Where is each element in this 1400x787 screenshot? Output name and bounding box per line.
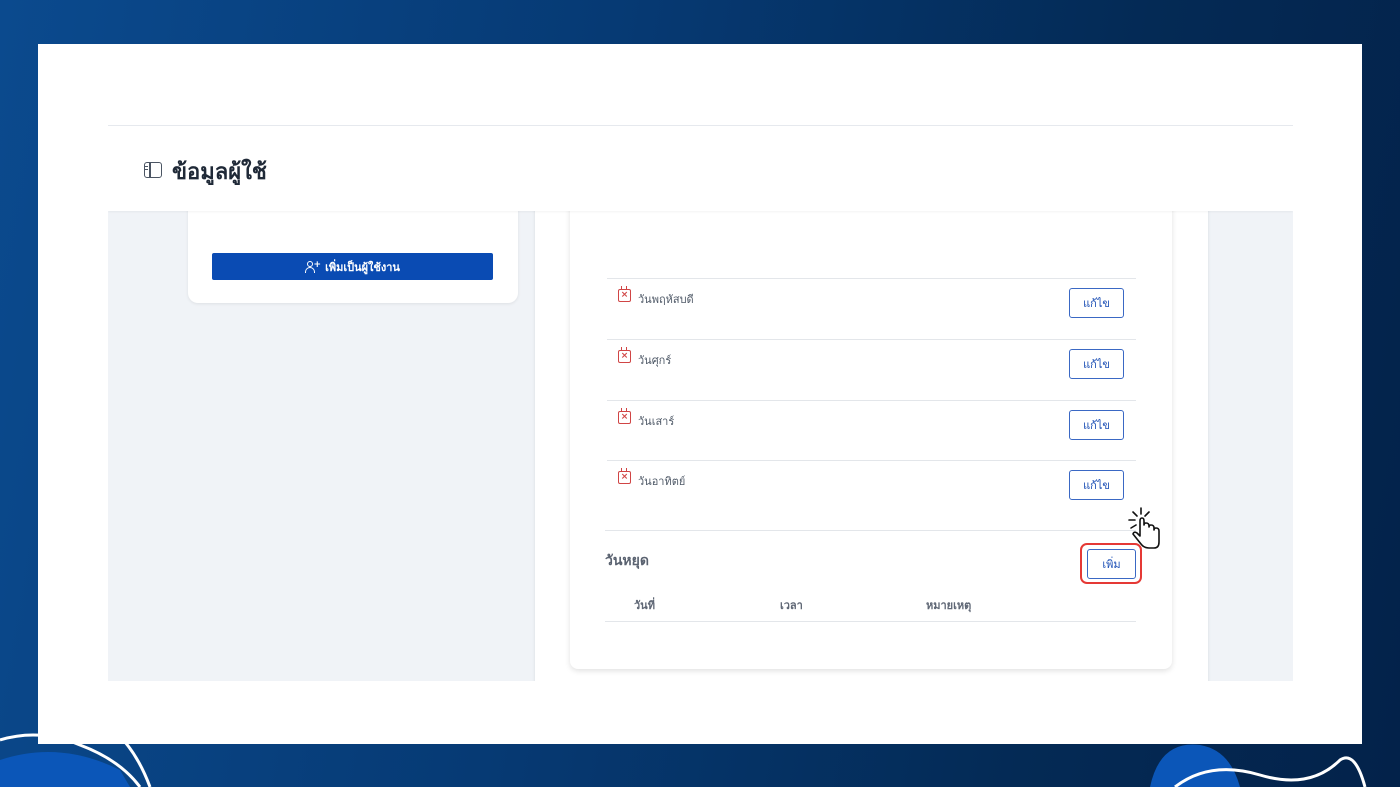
column-header-note: หมายเหตุ xyxy=(926,599,972,612)
column-header-date: วันที่ xyxy=(634,599,655,612)
add-as-user-button[interactable]: + เพิ่มเป็นผู้ใช้งาน xyxy=(212,253,493,280)
divider xyxy=(605,621,1136,622)
page-title: ข้อมูลผู้ใช้ xyxy=(172,160,267,185)
calendar-x-icon: × xyxy=(618,408,631,424)
divider xyxy=(605,530,1136,531)
edit-button[interactable]: แก้ไข xyxy=(1069,410,1124,440)
page-header: ข้อมูลผู้ใช้ xyxy=(108,125,1293,211)
day-label: วันเสาร์ xyxy=(638,415,675,428)
add-holiday-button[interactable]: เพิ่ม xyxy=(1087,549,1136,579)
calendar-x-icon: × xyxy=(618,468,631,484)
day-label: วันศุกร์ xyxy=(638,354,672,367)
list-item: × วันพฤหัสบดี แก้ไข xyxy=(607,278,1136,339)
edit-button[interactable]: แก้ไข xyxy=(1069,349,1124,379)
sidebar-panel-icon[interactable] xyxy=(144,162,162,178)
list-item: × วันเสาร์ แก้ไข xyxy=(607,400,1136,461)
working-days-card: × วันพฤหัสบดี แก้ไข × วันศุกร์ แก้ไข × ว… xyxy=(570,125,1172,669)
calendar-x-icon: × xyxy=(618,286,631,302)
add-as-user-label: เพิ่มเป็นผู้ใช้งาน xyxy=(325,260,400,274)
edit-button[interactable]: แก้ไข xyxy=(1069,470,1124,500)
app-window: + เพิ่มเป็นผู้ใช้งาน × วันพฤหัสบดี แก้ไข… xyxy=(108,125,1293,681)
list-item: × วันอาทิตย์ แก้ไข xyxy=(607,460,1136,521)
slide-frame: + เพิ่มเป็นผู้ใช้งาน × วันพฤหัสบดี แก้ไข… xyxy=(38,44,1362,744)
list-item: × วันศุกร์ แก้ไข xyxy=(607,339,1136,400)
edit-button[interactable]: แก้ไข xyxy=(1069,288,1124,318)
holidays-title: วันหยุด xyxy=(605,553,649,569)
column-header-time: เวลา xyxy=(780,599,803,612)
user-plus-icon: + xyxy=(305,260,321,273)
calendar-x-icon: × xyxy=(618,347,631,363)
day-label: วันอาทิตย์ xyxy=(638,475,686,488)
day-label: วันพฤหัสบดี xyxy=(638,293,694,306)
hand-pointer-icon xyxy=(1128,507,1160,549)
